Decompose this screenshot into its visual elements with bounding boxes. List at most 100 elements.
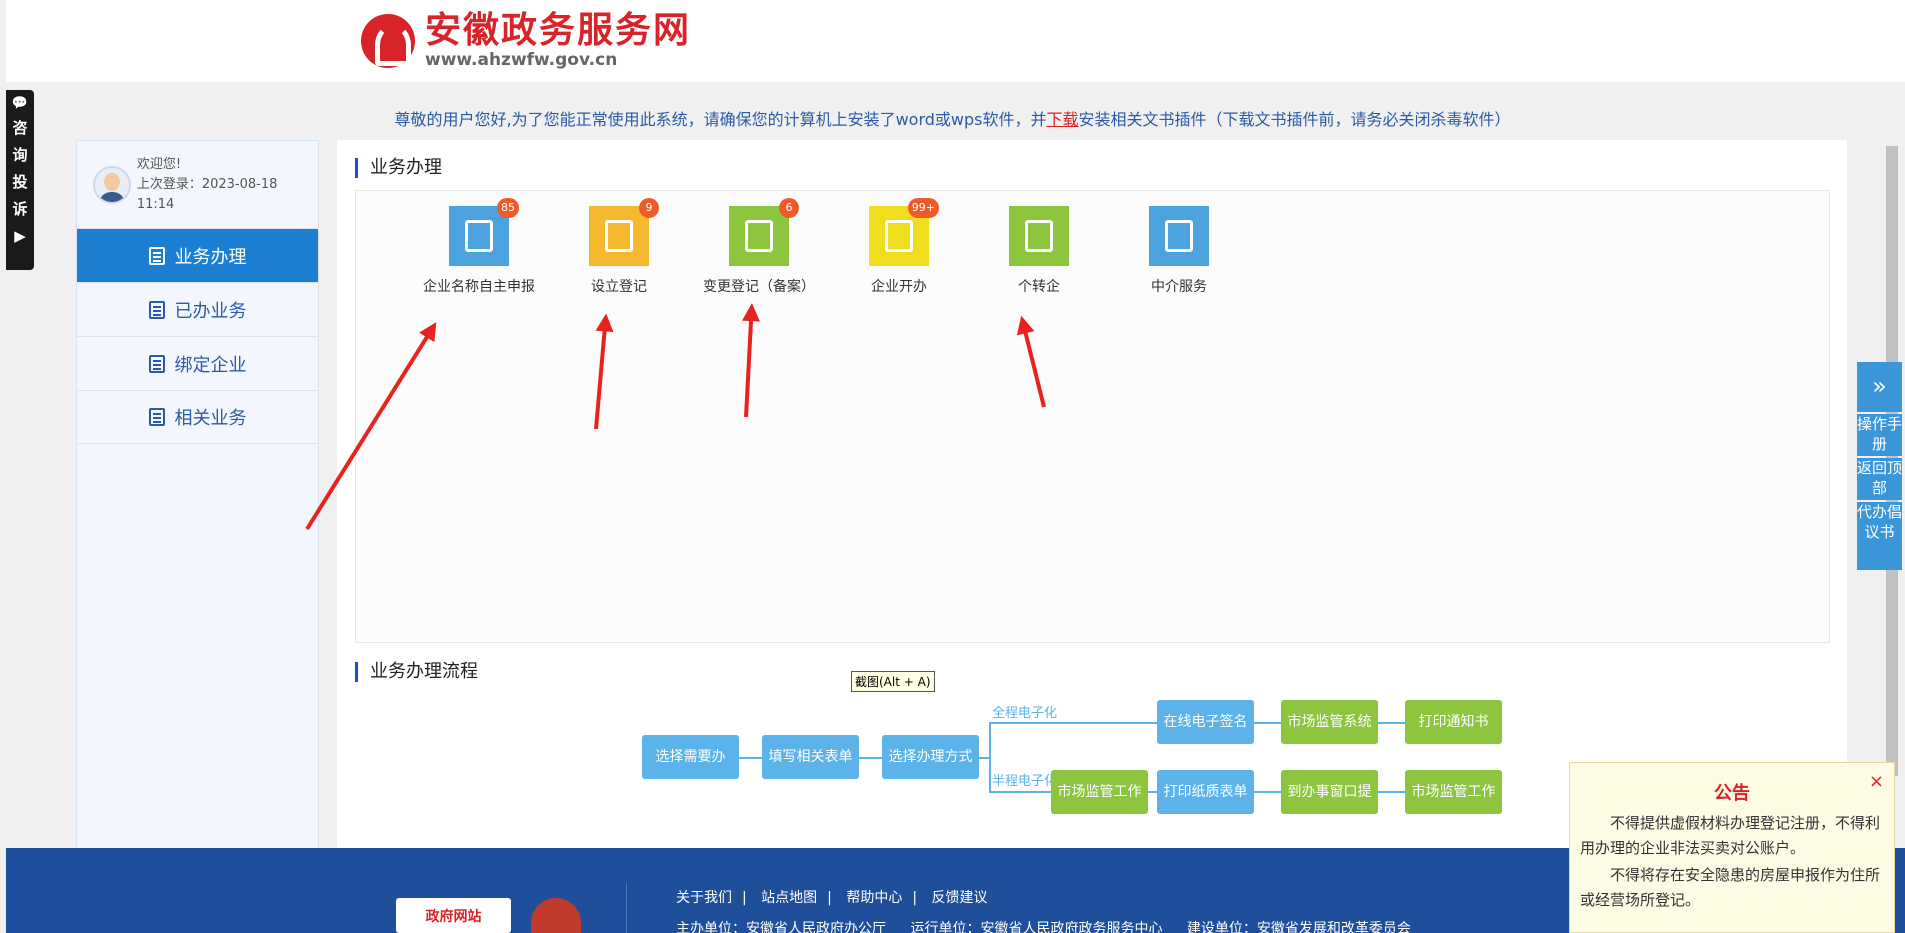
flow-connector <box>1378 722 1405 724</box>
logo-icon <box>361 14 415 68</box>
doc-check-icon <box>148 300 165 319</box>
flow-step: 到办事窗口提 <box>1281 770 1378 814</box>
building-icon: 85 <box>449 198 519 266</box>
merge-icon: 99+ <box>869 198 939 266</box>
service-name-declare[interactable]: 85 企业名称自主申报 <box>409 198 549 296</box>
announcement-popup: × 公告 不得提供虚假材料办理登记注册，不得利用办理的企业非法买卖对公账户。 不… <box>1569 762 1895 933</box>
notice-suffix: 安装相关文书插件（下载文书插件前，请务必关闭杀毒软件） <box>1078 110 1511 129</box>
service-intermediary[interactable]: 中介服务 <box>1109 206 1249 296</box>
flow-section-title: 业务办理流程 <box>355 662 478 682</box>
sidebar-item-label: 相关业务 <box>174 408 247 429</box>
flow-connector <box>989 791 1051 793</box>
back-to-top-button[interactable]: 返回顶部 <box>1857 458 1902 500</box>
service-label: 企业名称自主申报 <box>423 279 535 295</box>
flow-connector <box>859 757 882 759</box>
sidebar-item-business[interactable]: 业务办理 <box>77 228 318 282</box>
manual-button[interactable]: 操作手册 <box>1857 414 1902 456</box>
footer-link-about[interactable]: 关于我们 <box>676 890 732 906</box>
service-label: 设立登记 <box>591 279 647 295</box>
last-login-text: 上次登录：2023-08-18 11:14 <box>136 176 278 212</box>
sidebar: 欢迎您! 上次登录：2023-08-18 11:14 业务办理 已办业务 绑定企… <box>76 140 319 850</box>
footer-link-sitemap[interactable]: 站点地图 <box>761 890 817 906</box>
flow-connector <box>739 757 762 759</box>
sidebar-item-label: 业务办理 <box>174 246 247 268</box>
footer-host-info: 主办单位：安徽省人民政府办公厅 运行单位：安徽省人民政府政务服务中心 建设单位：… <box>676 918 1431 933</box>
announcement-title: 公告 <box>1714 783 1750 804</box>
avatar <box>93 165 131 204</box>
screenshot-tooltip: 截图(Alt + A) <box>851 671 935 692</box>
flow-step: 市场监管工作 <box>1405 770 1502 814</box>
flow-step: 打印纸质表单 <box>1157 770 1254 814</box>
edit-doc-icon <box>148 246 165 265</box>
sidebar-item-done[interactable]: 已办业务 <box>77 282 318 336</box>
footer-host: 主办单位：安徽省人民政府办公厅 <box>676 921 886 933</box>
announcement-text: 不得将存在安全隐患的房屋申报作为住所或经营场所登记。 <box>1580 866 1881 909</box>
main-content: 业务办理 85 企业名称自主申报 9 设立登记 6 变更登记（备案） 99+ 企… <box>337 140 1847 850</box>
flow-connector <box>1254 791 1281 793</box>
close-icon[interactable]: × <box>1869 771 1884 792</box>
id-card-icon <box>1149 206 1209 266</box>
service-label: 变更登记（备案） <box>703 279 815 295</box>
doc-search-icon <box>148 408 165 426</box>
flow-step: 选择需要办 <box>642 735 739 779</box>
announcement-text: 不得提供虚假材料办理登记注册，不得利用办理的企业非法买卖对公账户。 <box>1580 814 1881 857</box>
flow-connector <box>1378 791 1405 793</box>
flow-branch-full: 全程电子化 <box>992 706 1058 721</box>
site-logo[interactable]: 安徽政务服务网 www.ahzwfw.gov.cn <box>361 12 691 70</box>
flow-step: 打印通知书 <box>1405 700 1502 744</box>
clipboard-icon: 9 <box>589 198 659 266</box>
flow-step: 填写相关表单 <box>762 735 859 779</box>
footer-link-help[interactable]: 帮助中心 <box>846 890 902 906</box>
site-title: 安徽政务服务网 <box>425 10 692 51</box>
sidebar-item-bind-company[interactable]: 绑定企业 <box>77 336 318 390</box>
count-badge: 9 <box>639 198 659 218</box>
expand-chevron-icon[interactable]: » <box>1857 362 1902 412</box>
service-label: 中介服务 <box>1151 279 1207 295</box>
flow-step: 市场监管系统 <box>1281 700 1378 744</box>
footer-operator: 运行单位：安徽省人民政府政务服务中心 <box>910 921 1163 933</box>
footer-builder: 建设单位：安徽省发展和改革委员会 <box>1186 921 1411 933</box>
flow-connector <box>989 722 991 792</box>
gov-site-logo[interactable]: 政府网站 <box>396 898 511 933</box>
clipboard-refresh-icon: 6 <box>729 198 799 266</box>
footer-link-feedback[interactable]: 反馈建议 <box>932 890 988 906</box>
service-individual-to-company[interactable]: 个转企 <box>969 206 1109 296</box>
service-startup[interactable]: 99+ 企业开办 <box>829 198 969 296</box>
consult-tab-char: 投 <box>12 173 28 191</box>
service-change[interactable]: 6 变更登记（备案） <box>689 198 829 296</box>
flow-connector <box>989 722 1157 724</box>
download-link[interactable]: 下载 <box>1046 110 1078 129</box>
proxy-proposal-button[interactable]: 代办倡议书 <box>1857 502 1902 570</box>
clipboard-refresh-icon <box>1009 206 1069 266</box>
building-icon <box>148 354 165 373</box>
user-panel: 欢迎您! 上次登录：2023-08-18 11:14 <box>77 141 318 228</box>
service-label: 个转企 <box>1018 279 1060 295</box>
service-label: 企业开办 <box>871 279 927 295</box>
sidebar-item-label: 绑定企业 <box>174 354 247 376</box>
service-establish[interactable]: 9 设立登记 <box>549 198 689 296</box>
count-badge: 99+ <box>907 198 939 218</box>
footer-divider <box>626 883 627 933</box>
sidebar-item-related[interactable]: 相关业务 <box>77 390 318 444</box>
flow-step: 市场监管工作 <box>1051 770 1148 814</box>
flow-step: 在线电子签名 <box>1157 700 1254 744</box>
play-arrow-icon: ▶ <box>14 227 26 245</box>
welcome-text: 欢迎您! <box>136 156 182 172</box>
plugin-notice: 尊敬的用户您好,为了您能正常使用此系统，请确保您的计算机上安装了word或wps… <box>0 106 1905 130</box>
site-header: 安徽政务服务网 www.ahzwfw.gov.cn <box>6 0 1905 82</box>
emblem-logo[interactable] <box>531 898 581 933</box>
flow-step: 选择办理方式 <box>882 735 979 779</box>
count-badge: 85 <box>497 198 519 218</box>
flow-connector <box>1254 722 1281 724</box>
flow-connector <box>979 757 989 759</box>
consult-tab-char: 诉 <box>12 200 28 218</box>
notice-prefix: 尊敬的用户您好,为了您能正常使用此系统，请确保您的计算机上安装了word或wps… <box>394 110 1047 129</box>
service-panel: 85 企业名称自主申报 9 设立登记 6 变更登记（备案） 99+ 企业开办 个… <box>355 190 1830 643</box>
count-badge: 6 <box>779 198 799 218</box>
business-section-title: 业务办理 <box>355 158 442 178</box>
flow-branch-half: 半程电子化 <box>992 774 1058 789</box>
consult-tab-char: 询 <box>12 146 28 164</box>
site-url: www.ahzwfw.gov.cn <box>425 50 618 70</box>
footer-links: 关于我们 | 站点地图 | 帮助中心 | 反馈建议 <box>676 890 988 906</box>
sidebar-item-label: 已办业务 <box>174 300 247 322</box>
